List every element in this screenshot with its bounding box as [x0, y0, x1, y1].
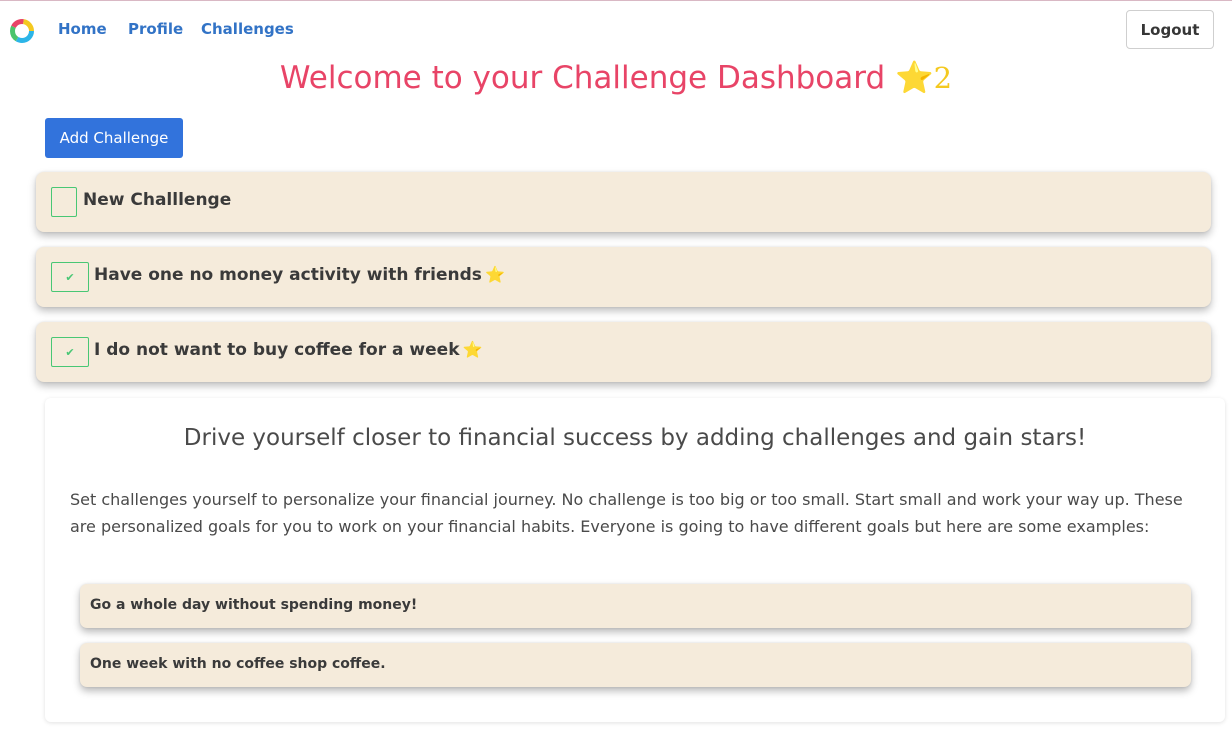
example-card: One week with no coffee shop coffee. [80, 643, 1191, 687]
challenge-card: ✔ I do not want to buy coffee for a week… [36, 322, 1211, 382]
challenge-card: ✔ Have one no money activity with friend… [36, 247, 1211, 307]
checkmark-icon: ✔ [65, 345, 75, 359]
circular-logo-icon[interactable] [9, 18, 35, 44]
challenge-label-text: Have one no money activity with friends [94, 265, 482, 285]
example-label: Go a whole day without spending money! [90, 597, 418, 613]
challenge-checkbox-checked[interactable]: ✔ [51, 337, 89, 367]
challenge-checkbox[interactable] [51, 187, 77, 217]
nav-home-link[interactable]: Home [58, 20, 107, 38]
challenge-label: Have one no money activity with friends ⭐ [94, 265, 505, 285]
star-count: 2 [933, 61, 953, 95]
challenge-label: I do not want to buy coffee for a week ⭐ [94, 340, 482, 360]
info-paragraph: Set challenges yourself to personalize y… [70, 490, 1183, 536]
star-icon: ⭐ [462, 340, 483, 359]
challenge-label-text: I do not want to buy coffee for a week [94, 340, 460, 360]
challenge-card: New Challlenge [36, 172, 1211, 232]
logout-button[interactable]: Logout [1126, 10, 1214, 49]
nav-profile-link[interactable]: Profile [128, 20, 183, 38]
navbar: Home Profile Challenges Logout [0, 1, 1232, 59]
example-label: One week with no coffee shop coffee. [90, 656, 386, 672]
add-challenge-button[interactable]: Add Challenge [45, 118, 183, 158]
star-icon: ⭐ [895, 60, 934, 96]
checkmark-icon: ✔ [65, 270, 75, 284]
info-panel: Drive yourself closer to financial succe… [45, 398, 1225, 722]
challenge-checkbox-checked[interactable]: ✔ [51, 262, 89, 292]
star-icon: ⭐ [484, 265, 505, 284]
page-title-text: Welcome to your Challenge Dashboard [279, 60, 886, 96]
example-card: Go a whole day without spending money! [80, 584, 1191, 628]
nav-challenges-link[interactable]: Challenges [201, 20, 294, 38]
info-heading: Drive yourself closer to financial succe… [183, 425, 1087, 451]
challenge-label: New Challlenge [83, 190, 232, 210]
page-title: Welcome to your Challenge Dashboard ⭐2 [0, 59, 1232, 96]
